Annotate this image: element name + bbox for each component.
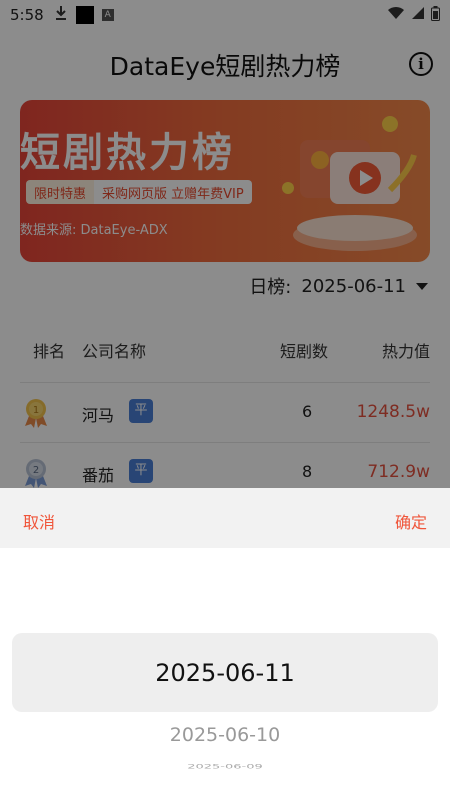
picker-option[interactable]: 2025-06-10 bbox=[0, 724, 450, 746]
picker-toolbar: 取消 确定 bbox=[0, 488, 450, 548]
picker-option[interactable]: 2025-06-09 bbox=[0, 763, 450, 771]
confirm-button[interactable]: 确定 bbox=[395, 509, 427, 533]
date-picker-sheet: 取消 确定 2025-06-11 2025-06-10 2025-06-09 bbox=[0, 488, 450, 800]
picker-selected-option[interactable]: 2025-06-11 bbox=[12, 633, 438, 712]
cancel-button[interactable]: 取消 bbox=[23, 509, 55, 533]
